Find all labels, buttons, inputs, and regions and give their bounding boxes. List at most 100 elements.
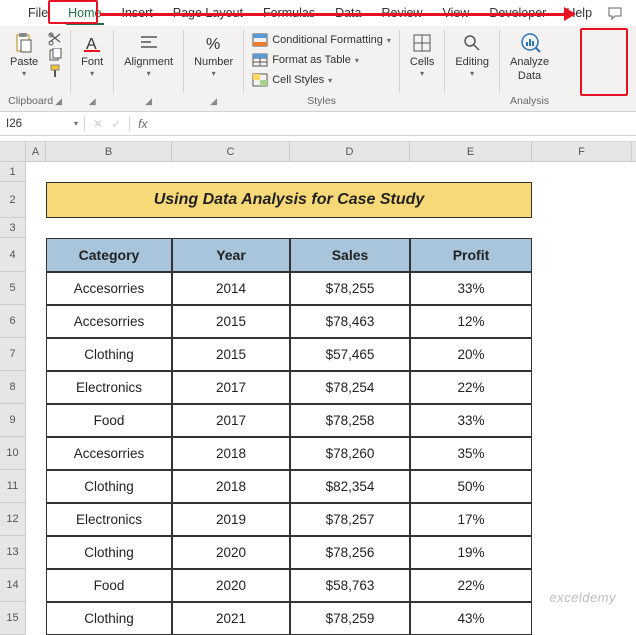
row-header[interactable]: 6 (0, 305, 26, 338)
table-cell[interactable]: Accesorries (46, 272, 172, 305)
col-header-e[interactable]: E (410, 142, 532, 161)
table-cell[interactable]: 35% (410, 437, 532, 470)
conditional-formatting-button[interactable]: Conditional Formatting▾ (250, 32, 393, 48)
cell[interactable] (532, 404, 632, 437)
row-header[interactable]: 12 (0, 503, 26, 536)
table-cell[interactable]: Clothing (46, 602, 172, 635)
row-header[interactable]: 5 (0, 272, 26, 305)
row-header[interactable]: 1 (0, 162, 26, 182)
row-header[interactable]: 8 (0, 371, 26, 404)
table-cell[interactable]: $78,258 (290, 404, 410, 437)
table-cell[interactable]: 2018 (172, 437, 290, 470)
title-cell[interactable]: Using Data Analysis for Case Study (46, 182, 532, 218)
cell[interactable] (172, 218, 290, 238)
table-cell[interactable]: 12% (410, 305, 532, 338)
copy-icon[interactable] (48, 48, 64, 62)
format-as-table-button[interactable]: Format as Table▾ (250, 52, 393, 68)
cell[interactable] (26, 238, 46, 272)
table-cell[interactable]: 19% (410, 536, 532, 569)
cell[interactable] (26, 272, 46, 305)
cancel-icon[interactable]: ✕ (93, 117, 103, 131)
table-cell[interactable]: $78,259 (290, 602, 410, 635)
select-all-button[interactable] (0, 142, 26, 161)
dialog-launcher-icon[interactable]: ◢ (55, 96, 62, 107)
row-header[interactable]: 3 (0, 218, 26, 238)
table-cell[interactable]: Electronics (46, 503, 172, 536)
enter-icon[interactable]: ✓ (111, 117, 121, 131)
row-header[interactable]: 15 (0, 602, 26, 635)
cell[interactable] (532, 272, 632, 305)
col-header-b[interactable]: B (46, 142, 172, 161)
col-header-c[interactable]: C (172, 142, 290, 161)
cell[interactable] (172, 162, 290, 182)
cell[interactable] (46, 218, 172, 238)
table-cell[interactable]: 33% (410, 404, 532, 437)
table-cell[interactable]: 17% (410, 503, 532, 536)
cell[interactable] (26, 338, 46, 371)
cell[interactable] (532, 536, 632, 569)
table-cell[interactable]: 2021 (172, 602, 290, 635)
table-cell[interactable]: 2018 (172, 470, 290, 503)
cell[interactable] (532, 437, 632, 470)
cell[interactable] (46, 162, 172, 182)
dialog-launcher-icon[interactable]: ◢ (145, 96, 152, 107)
table-cell[interactable]: 22% (410, 371, 532, 404)
cell[interactable] (532, 162, 632, 182)
table-cell[interactable]: 20% (410, 338, 532, 371)
cell[interactable] (26, 162, 46, 182)
cell[interactable] (26, 371, 46, 404)
table-cell[interactable]: Food (46, 404, 172, 437)
paste-button[interactable]: Paste ▾ (4, 30, 44, 81)
cell[interactable] (532, 182, 632, 218)
cell[interactable] (290, 162, 410, 182)
cell[interactable] (532, 218, 632, 238)
table-cell[interactable]: 2017 (172, 404, 290, 437)
dialog-launcher-icon[interactable]: ◢ (89, 96, 96, 107)
cell[interactable] (532, 338, 632, 371)
row-header[interactable]: 11 (0, 470, 26, 503)
table-cell[interactable]: Food (46, 569, 172, 602)
cells-button[interactable]: Cells ▾ (404, 30, 440, 81)
cell[interactable] (26, 305, 46, 338)
editing-button[interactable]: Editing ▾ (449, 30, 495, 81)
font-button[interactable]: A Font ▾ (75, 30, 109, 81)
table-cell[interactable]: $78,256 (290, 536, 410, 569)
table-header[interactable]: Sales (290, 238, 410, 272)
table-cell[interactable]: $78,255 (290, 272, 410, 305)
table-cell[interactable]: Accesorries (46, 437, 172, 470)
table-cell[interactable]: 43% (410, 602, 532, 635)
table-cell[interactable]: $58,763 (290, 569, 410, 602)
table-cell[interactable]: $78,463 (290, 305, 410, 338)
cell-styles-button[interactable]: Cell Styles▾ (250, 72, 393, 88)
table-cell[interactable]: 22% (410, 569, 532, 602)
format-painter-icon[interactable] (48, 64, 64, 78)
cell[interactable] (26, 437, 46, 470)
cell[interactable] (26, 602, 46, 635)
table-cell[interactable]: $78,260 (290, 437, 410, 470)
table-header[interactable]: Category (46, 238, 172, 272)
row-header[interactable]: 14 (0, 569, 26, 602)
row-header[interactable]: 2 (0, 182, 26, 218)
row-header[interactable]: 9 (0, 404, 26, 437)
col-header-d[interactable]: D (290, 142, 410, 161)
cell[interactable] (26, 470, 46, 503)
cell[interactable] (26, 182, 46, 218)
cell[interactable] (532, 238, 632, 272)
table-cell[interactable]: Clothing (46, 338, 172, 371)
table-cell[interactable]: 2015 (172, 305, 290, 338)
cell[interactable] (410, 162, 532, 182)
cell[interactable] (26, 218, 46, 238)
alignment-button[interactable]: Alignment ▾ (118, 30, 179, 81)
table-header[interactable]: Year (172, 238, 290, 272)
col-header-f[interactable]: F (532, 142, 632, 161)
table-cell[interactable]: Electronics (46, 371, 172, 404)
table-cell[interactable]: $78,254 (290, 371, 410, 404)
table-cell[interactable]: 2014 (172, 272, 290, 305)
table-cell[interactable]: 2020 (172, 536, 290, 569)
row-header[interactable]: 7 (0, 338, 26, 371)
cell[interactable] (26, 404, 46, 437)
row-header[interactable]: 4 (0, 238, 26, 272)
cell[interactable] (26, 569, 46, 602)
cell[interactable] (532, 503, 632, 536)
fx-icon[interactable]: fx (130, 117, 155, 131)
